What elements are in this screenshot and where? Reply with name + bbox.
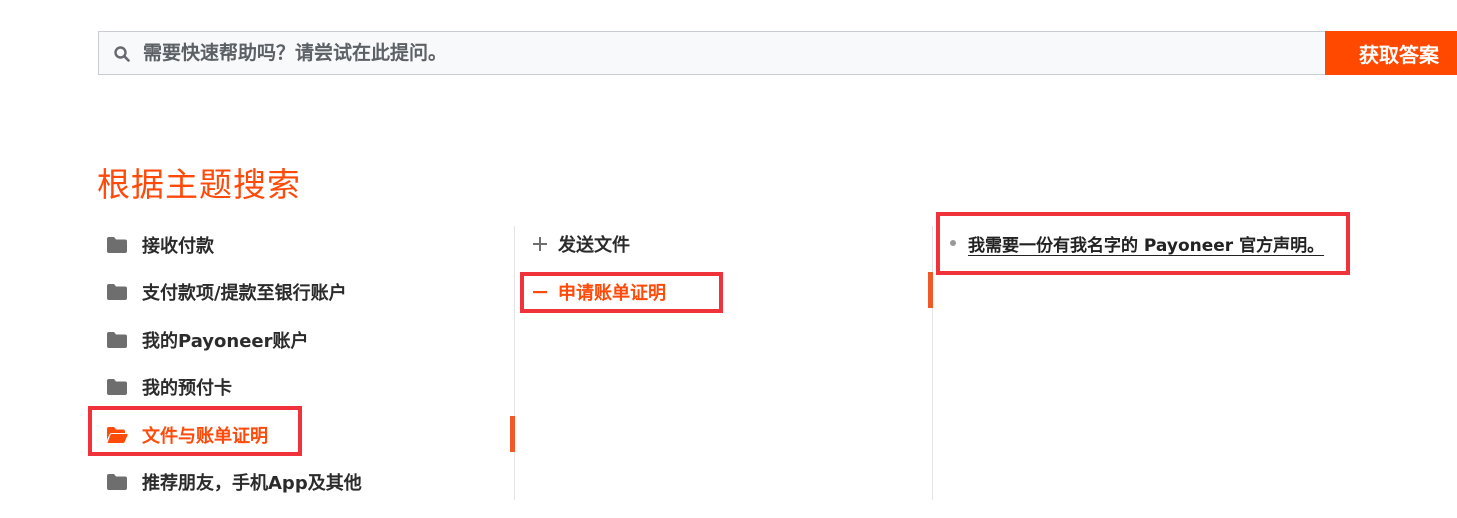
category-label: 文件与账单证明 — [142, 426, 268, 447]
minus-icon — [533, 291, 547, 294]
column-divider — [932, 226, 933, 500]
subcategory-label: 发送文件 — [558, 235, 630, 256]
active-subcategory-marker — [928, 272, 933, 308]
article-link[interactable]: 我需要一份有我名字的 Payoneer 官方声明。 — [968, 231, 1324, 256]
bullet-icon — [950, 240, 956, 246]
category-item-receive-payments[interactable]: 接收付款 — [106, 230, 214, 260]
folder-icon — [107, 379, 127, 395]
folder-icon — [107, 284, 127, 300]
category-label: 我的预付卡 — [142, 378, 232, 399]
column-divider — [514, 226, 515, 500]
category-item-documents-statements[interactable]: 文件与账单证明 — [106, 420, 268, 450]
subcategory-item-request-statement[interactable]: 申请账单证明 — [532, 277, 666, 307]
subcategory-label: 申请账单证明 — [558, 283, 666, 304]
category-label: 我的Payoneer账户 — [142, 331, 309, 352]
folder-open-icon — [107, 427, 128, 443]
section-title: 根据主题搜索 — [97, 165, 301, 204]
search-bar — [98, 31, 1325, 75]
category-item-my-account[interactable]: 我的Payoneer账户 — [106, 325, 309, 355]
folder-icon — [107, 474, 127, 490]
folder-icon — [107, 237, 127, 253]
category-item-prepaid-card[interactable]: 我的预付卡 — [106, 372, 232, 402]
category-item-payouts-withdraw[interactable]: 支付款项/提款至银行账户 — [106, 277, 347, 307]
category-label: 支付款项/提款至银行账户 — [142, 283, 347, 304]
help-center-page: 获取答案 根据主题搜索 接收付款 支付款项/提款至银行账户 我的Payoneer… — [0, 0, 1457, 518]
category-label: 接收付款 — [142, 236, 214, 257]
search-icon — [114, 46, 130, 62]
search-input[interactable] — [143, 32, 1303, 74]
category-item-referrals-app-other[interactable]: 推荐朋友，手机App及其他 — [106, 467, 362, 497]
plus-icon — [533, 237, 547, 251]
article-list-item: 我需要一份有我名字的 Payoneer 官方声明。 — [950, 229, 1324, 257]
active-category-marker — [510, 416, 515, 452]
get-answer-button[interactable]: 获取答案 — [1325, 31, 1457, 75]
folder-icon — [107, 332, 127, 348]
category-label: 推荐朋友，手机App及其他 — [142, 473, 362, 494]
subcategory-item-send-documents[interactable]: 发送文件 — [532, 229, 630, 259]
